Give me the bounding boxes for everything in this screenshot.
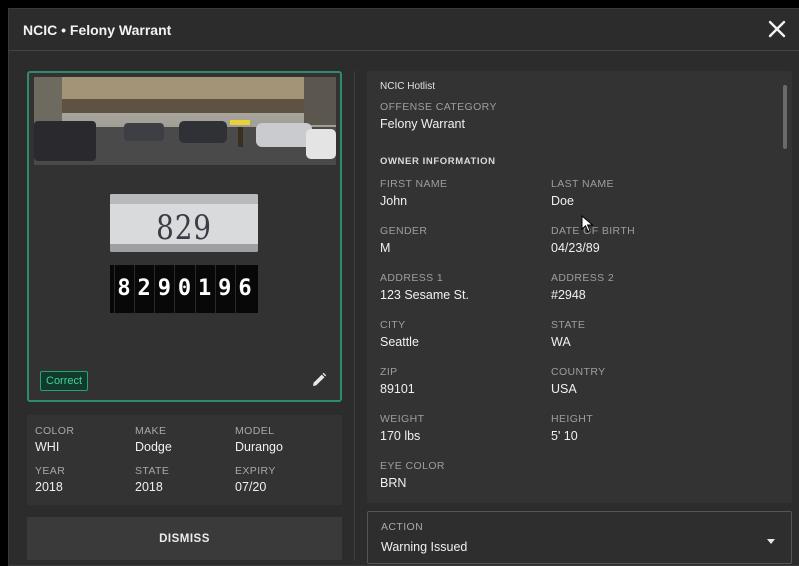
owner-field-address-2: ADDRESS 2 #2948 — [551, 272, 614, 302]
field-value: Felony Warrant — [380, 117, 465, 131]
field-value: #2948 — [551, 288, 586, 302]
capture-card: 829 0196 8 2 9 0 1 9 6 Correct — [27, 71, 342, 402]
vehicle-field-year: YEAR 2018 — [35, 465, 65, 494]
column-divider — [354, 71, 355, 561]
field-value: 2018 — [135, 480, 163, 494]
vehicle-field-make: MAKE Dodge — [135, 425, 172, 454]
modal-header: NCIC • Felony Warrant — [9, 9, 799, 51]
hotlist-info-panel[interactable]: NCIC Hotlist OFFENSE CATEGORY Felony War… — [367, 71, 792, 503]
plate-photo-text: 829 0196 — [147, 208, 220, 252]
owner-field-height: HEIGHT 5' 10 — [551, 413, 593, 443]
field-value: 2018 — [35, 480, 63, 494]
field-value: John — [380, 194, 408, 208]
field-value: 89101 — [380, 382, 415, 396]
dismiss-button[interactable]: DISMISS — [27, 517, 342, 560]
field-label: GENDER — [380, 225, 428, 237]
owner-field-last-name: LAST NAME Doe — [551, 178, 614, 208]
field-label: EYE COLOR — [380, 460, 445, 472]
action-label: ACTION — [381, 521, 424, 533]
plate-char: 9 — [154, 265, 173, 313]
field-value: Dodge — [135, 440, 172, 454]
vehicle-field-color: COLOR WHI — [35, 425, 74, 454]
plate-char: 1 — [194, 265, 214, 313]
owner-field-eye-color: EYE COLOR BRN — [380, 460, 445, 490]
owner-field-gender: GENDER M — [380, 225, 427, 255]
plate-read-result: 8 2 9 0 1 9 6 — [110, 265, 258, 313]
field-label: ZIP — [380, 366, 398, 378]
field-label: OFFENSE CATEGORY — [380, 101, 497, 113]
field-label: WEIGHT — [380, 413, 425, 425]
owner-field-zip: ZIP 89101 — [380, 366, 415, 396]
plate-char: 0 — [174, 265, 193, 313]
field-label: STATE — [551, 319, 586, 331]
owner-field-state: STATE WA — [551, 319, 585, 349]
field-label: LAST NAME — [551, 178, 614, 190]
scrollbar-thumb[interactable] — [783, 85, 787, 149]
field-label: YEAR — [35, 465, 66, 477]
close-icon[interactable] — [765, 17, 789, 41]
modal-title: NCIC • Felony Warrant — [23, 21, 172, 38]
field-label: EXPIRY — [235, 465, 276, 477]
field-label: MODEL — [235, 425, 275, 437]
field-value: 04/23/89 — [551, 241, 600, 255]
owner-section-title: OWNER INFORMATION — [380, 156, 496, 167]
hotlist-name: NCIC Hotlist — [380, 81, 436, 92]
field-value: Doe — [551, 194, 574, 208]
field-label: HEIGHT — [551, 413, 594, 425]
vehicle-field-model: MODEL Durango — [235, 425, 283, 454]
offense-category: OFFENSE CATEGORY Felony Warrant — [380, 101, 497, 131]
field-value: Seattle — [380, 335, 419, 349]
action-value: Warning Issued — [381, 540, 468, 554]
field-value: Durango — [235, 440, 283, 454]
field-label: ADDRESS 1 — [380, 272, 444, 284]
plate-char: 8 — [114, 265, 133, 313]
field-value: WHI — [35, 440, 60, 454]
field-value: 170 lbs — [380, 429, 421, 443]
field-label: STATE — [135, 465, 170, 477]
action-select[interactable]: ACTION Warning Issued — [367, 511, 792, 564]
mouse-cursor-icon — [581, 214, 595, 233]
vehicle-details: COLOR WHI MAKE Dodge MODEL Durango YEAR … — [27, 415, 342, 505]
field-label: ADDRESS 2 — [551, 272, 615, 284]
owner-field-first-name: FIRST NAME John — [380, 178, 447, 208]
plate-char: 6 — [234, 265, 254, 313]
owner-field-city: CITY Seattle — [380, 319, 419, 349]
owner-field-country: COUNTRY USA — [551, 366, 606, 396]
correct-badge[interactable]: Correct — [40, 371, 89, 391]
field-value: USA — [551, 382, 577, 396]
field-value: BRN — [380, 476, 407, 490]
field-label: FIRST NAME — [380, 178, 448, 190]
alert-modal: NCIC • Felony Warrant 829 8 2 9 0 1 9 6 … — [8, 8, 799, 566]
field-value: 123 Sesame St. — [380, 288, 469, 302]
vehicle-field-state: STATE 2018 — [135, 465, 169, 494]
field-value: M — [380, 241, 391, 255]
field-label: MAKE — [135, 425, 167, 437]
field-value: 5' 10 — [551, 429, 578, 443]
owner-field-address-1: ADDRESS 1 123 Sesame St. — [380, 272, 469, 302]
field-label: COLOR — [35, 425, 75, 437]
owner-field-weight: WEIGHT 170 lbs — [380, 413, 424, 443]
vehicle-field-expiry: EXPIRY 07/20 — [235, 465, 276, 494]
field-value: 07/20 — [235, 480, 267, 494]
field-value: WA — [551, 335, 571, 349]
plate-char: 2 — [134, 265, 153, 313]
caret-down-icon[interactable] — [767, 539, 775, 544]
vehicle-scene-image — [34, 77, 336, 165]
plate-crop-image: 829 0196 — [110, 194, 258, 252]
pencil-icon[interactable] — [310, 371, 328, 389]
field-label: COUNTRY — [551, 366, 606, 378]
plate-char: 9 — [214, 265, 234, 313]
field-label: CITY — [380, 319, 406, 331]
